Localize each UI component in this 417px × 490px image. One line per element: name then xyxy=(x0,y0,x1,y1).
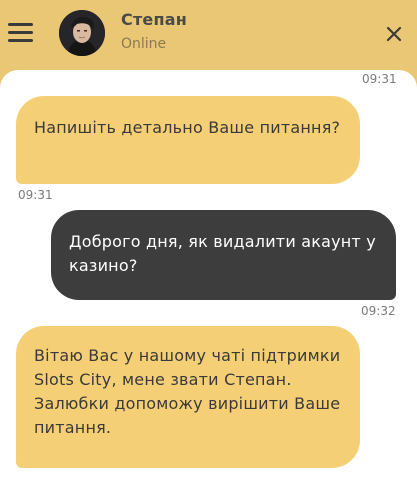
agent-status: Online xyxy=(121,36,167,52)
chat-messages-area[interactable]: 09:31 Напишіть детально Ваше питання? 09… xyxy=(0,70,417,490)
hamburger-menu-icon[interactable] xyxy=(8,22,34,44)
agent-message-bubble: Вітаю Вас у нашому чаті підтримки Slots … xyxy=(16,326,360,468)
avatar xyxy=(59,10,105,56)
message-timestamp: 09:31 xyxy=(362,72,397,86)
agent-name: Степан xyxy=(121,10,187,29)
close-icon[interactable] xyxy=(384,24,404,44)
message-timestamp: 09:31 xyxy=(18,188,53,202)
user-message-bubble: Доброго дня, як видалити акаунт у казино… xyxy=(51,210,396,300)
agent-message-bubble: Напишіть детально Ваше питання? xyxy=(16,96,360,184)
chat-header: Степан Online xyxy=(0,0,417,72)
message-timestamp: 09:32 xyxy=(361,304,396,318)
